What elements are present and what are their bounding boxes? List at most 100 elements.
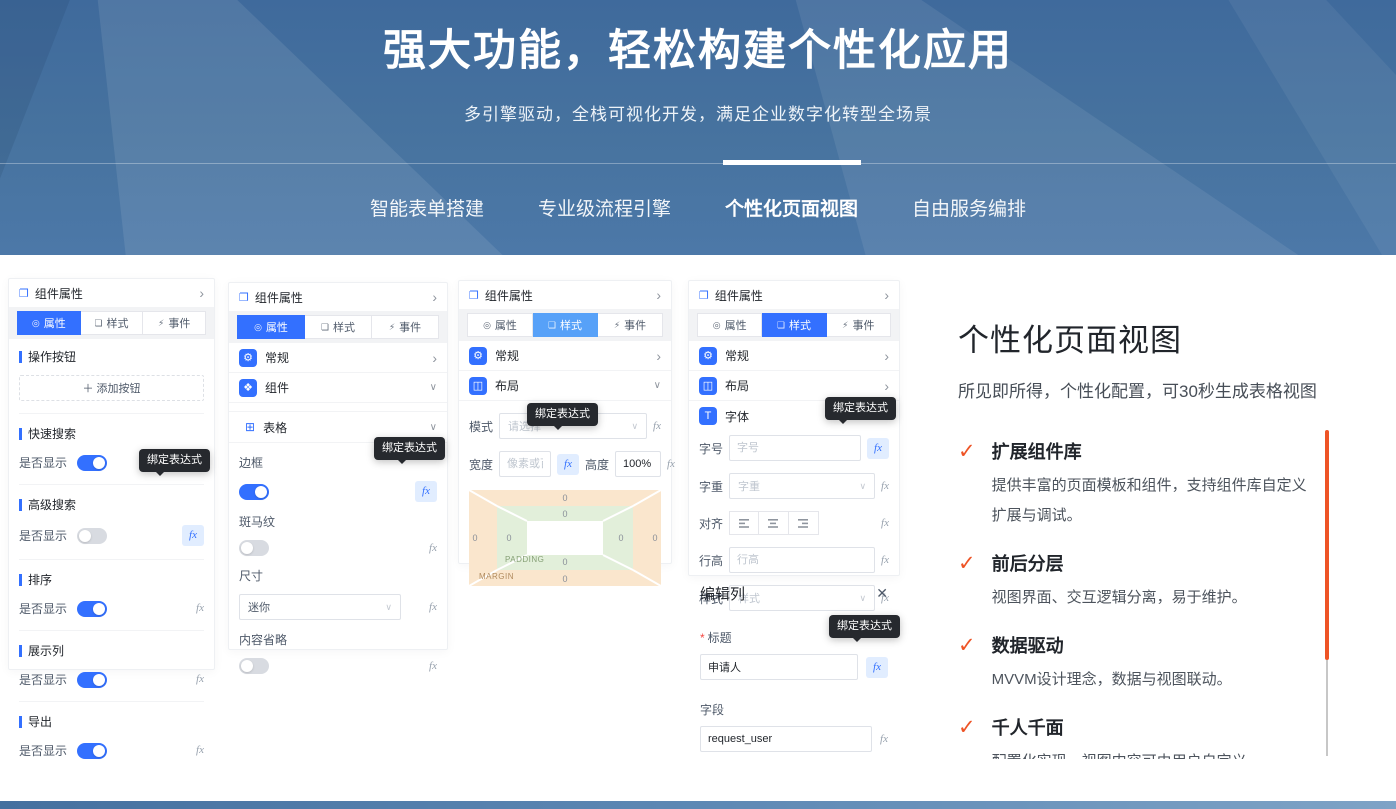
tab-properties[interactable]: ◎属性: [237, 315, 305, 339]
tab-properties[interactable]: ◎属性: [17, 311, 81, 335]
column-title-input[interactable]: [700, 654, 858, 680]
panel-tabbar: ◎属性 ❏样式 ⚡事件: [9, 307, 214, 339]
tab-event[interactable]: ⚡事件: [827, 313, 891, 337]
feature-list: ✓ 扩展组件库 提供丰富的页面模板和组件，支持组件库自定义扩展与调试。 ✓ 前后…: [958, 441, 1314, 759]
fx-button-highlighted[interactable]: fx: [866, 657, 888, 678]
tab-event[interactable]: ⚡事件: [143, 311, 206, 335]
tab-smart-form[interactable]: 智能表单搭建: [370, 194, 484, 221]
layout-icon: ◫: [469, 377, 487, 395]
collapse-chevron-icon[interactable]: ›: [656, 288, 661, 302]
collapse-chevron-icon[interactable]: ›: [884, 288, 889, 302]
margin-left-value: 0: [472, 533, 477, 543]
close-icon[interactable]: ✕: [876, 585, 888, 602]
fx-button[interactable]: fx: [881, 555, 889, 566]
fx-button[interactable]: fx: [429, 661, 437, 672]
feature-title: 个性化页面视图: [958, 315, 1338, 360]
font-weight-select[interactable]: 字重∨: [729, 473, 875, 499]
style-icon: ❏: [777, 320, 785, 331]
fx-button[interactable]: fx: [196, 603, 204, 614]
style-icon: ❏: [94, 318, 102, 329]
feature-heading-block: 个性化页面视图 所见即所得，个性化配置，可30秒生成表格视图: [958, 315, 1338, 402]
align-center-icon[interactable]: [759, 511, 789, 535]
tab-style[interactable]: ❏样式: [762, 313, 826, 337]
fx-button-highlighted[interactable]: fx: [415, 481, 437, 502]
collapse-layout[interactable]: ◫布局 ∨: [459, 371, 671, 401]
feature-item-title: 数据驱动: [992, 635, 1314, 657]
fx-button[interactable]: fx: [880, 734, 888, 745]
align-left-icon[interactable]: [729, 511, 759, 535]
line-height-input[interactable]: [729, 547, 875, 573]
margin-bottom-value: 0: [562, 574, 567, 584]
height-input[interactable]: [615, 451, 661, 477]
fx-button[interactable]: fx: [429, 602, 437, 613]
tab-properties[interactable]: ◎属性: [697, 313, 762, 337]
add-action-button[interactable]: ＋ 添加按钮: [19, 375, 204, 401]
box-model-diagram: 0 0 0 0 0 0 0 0 PADDING MARGIN: [469, 490, 661, 586]
fx-button-highlighted[interactable]: fx: [557, 454, 579, 475]
page-subtitle: 多引擎驱动，全栈可视化开发，满足企业数字化转型全场景: [0, 100, 1396, 125]
column-field-input[interactable]: [700, 726, 872, 752]
panel-title: 组件属性: [485, 287, 533, 304]
style-icon: ❏: [321, 322, 329, 333]
collapse-chevron-icon[interactable]: ›: [199, 286, 204, 300]
properties-icon: ◎: [254, 322, 262, 333]
toggle-border[interactable]: [239, 484, 269, 500]
tab-style[interactable]: ❏样式: [305, 315, 372, 339]
fx-button[interactable]: fx: [881, 481, 889, 492]
toggle-show-export[interactable]: [77, 743, 107, 759]
check-icon: ✓: [958, 717, 976, 759]
show-label: 是否显示: [19, 742, 67, 759]
scrollbar-track[interactable]: [1326, 660, 1328, 756]
font-size-input[interactable]: [729, 435, 861, 461]
bottom-accent-bar: [0, 801, 1396, 809]
align-right-icon[interactable]: [789, 511, 819, 535]
toggle-show-columns[interactable]: [77, 672, 107, 688]
component-props-panel-1: ❐组件属性 › ◎属性 ❏样式 ⚡事件 操作按钮 ＋ 添加按钮 快速搜索 是否显…: [8, 278, 215, 670]
fx-button[interactable]: fx: [653, 421, 661, 432]
tab-divider-line: [0, 163, 1396, 164]
collapse-component[interactable]: ❖组件 ∨: [229, 373, 447, 403]
chevron-down-icon: ∨: [385, 602, 392, 613]
toggle-ellipsis[interactable]: [239, 658, 269, 674]
fx-button[interactable]: fx: [667, 459, 675, 470]
tab-style[interactable]: ❏样式: [81, 311, 144, 335]
tab-style[interactable]: ❏样式: [533, 313, 598, 337]
collapse-general[interactable]: ⚙常规 ›: [689, 341, 899, 371]
panel-title: 组件属性: [35, 285, 83, 302]
fx-button-highlighted[interactable]: fx: [182, 525, 204, 546]
tab-event[interactable]: ⚡事件: [372, 315, 439, 339]
gear-icon: ⚙: [699, 347, 717, 365]
fx-button[interactable]: fx: [196, 745, 204, 756]
list-item: ✓ 扩展组件库 提供丰富的页面模板和组件，支持组件库自定义扩展与调试。: [958, 441, 1314, 531]
feature-item-desc: 视图界面、交互逻辑分离，易于维护。: [992, 583, 1314, 613]
tab-properties[interactable]: ◎属性: [467, 313, 533, 337]
tab-process-engine[interactable]: 专业级流程引擎: [538, 194, 671, 221]
collapse-general[interactable]: ⚙常规 ›: [459, 341, 671, 371]
size-select[interactable]: 迷你∨: [239, 594, 401, 620]
padding-bottom-value: 0: [562, 557, 567, 567]
feature-subtitle: 所见即所得，个性化配置，可30秒生成表格视图: [958, 377, 1338, 402]
feature-tabs: 智能表单搭建 专业级流程引擎 个性化页面视图 自由服务编排: [0, 194, 1396, 221]
fx-button[interactable]: fx: [429, 543, 437, 554]
feature-item-desc: 提供丰富的页面模板和组件，支持组件库自定义扩展与调试。: [992, 471, 1314, 531]
toggle-show-sort[interactable]: [77, 601, 107, 617]
tab-service-orchestration[interactable]: 自由服务编排: [912, 194, 1026, 221]
width-input[interactable]: [499, 451, 551, 477]
padding-right-value: 0: [618, 533, 623, 543]
fx-button[interactable]: fx: [196, 674, 204, 685]
scrollbar-thumb[interactable]: [1325, 430, 1329, 660]
section-display-columns: 展示列: [19, 642, 204, 659]
event-icon: ⚡: [158, 318, 164, 329]
toggle-stripe[interactable]: [239, 540, 269, 556]
tab-personalized-page-view[interactable]: 个性化页面视图: [725, 194, 858, 221]
collapse-chevron-icon[interactable]: ›: [432, 290, 437, 304]
tab-event[interactable]: ⚡事件: [598, 313, 663, 337]
toggle-show-advanced-search[interactable]: [77, 528, 107, 544]
font-weight-label: 字重: [699, 478, 723, 495]
fx-button[interactable]: fx: [881, 518, 889, 529]
toggle-show-quick-search[interactable]: [77, 455, 107, 471]
fx-button-highlighted[interactable]: fx: [867, 438, 889, 459]
list-item: ✓ 千人千面 配置化实现，视图内容可由用户自定义。: [958, 717, 1314, 759]
chevron-right-icon: ›: [432, 351, 437, 365]
collapse-general[interactable]: ⚙常规 ›: [229, 343, 447, 373]
